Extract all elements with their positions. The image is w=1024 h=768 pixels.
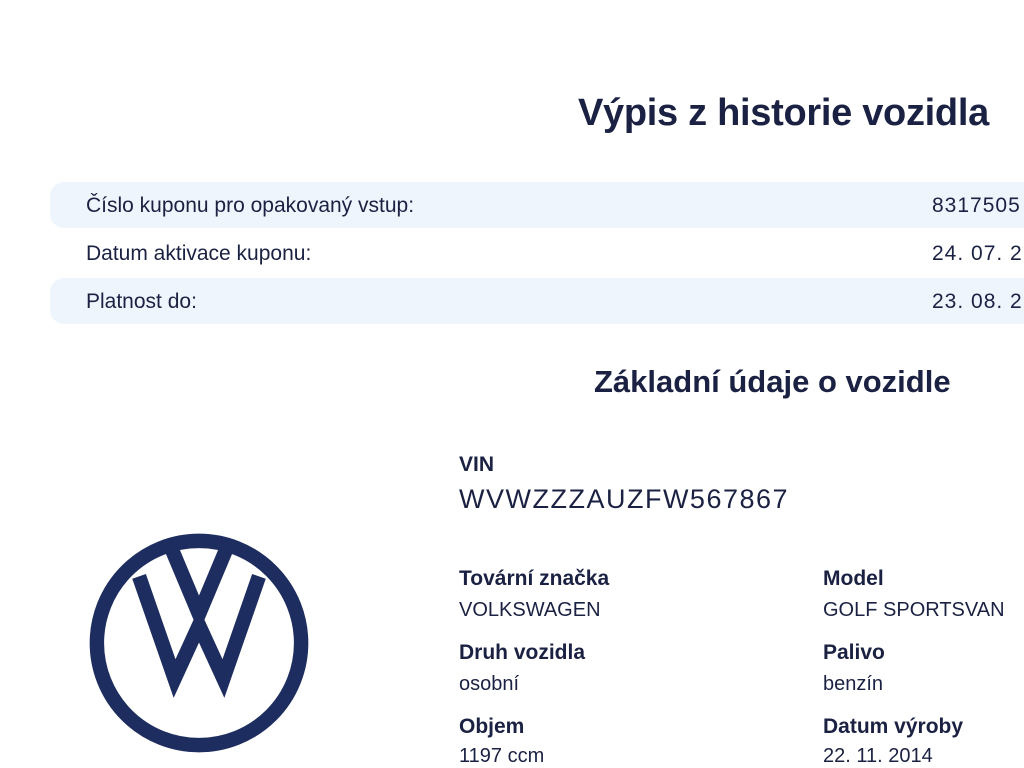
make-label: Tovární značka: [459, 567, 610, 590]
fuel-value: benzín: [823, 673, 884, 695]
fuel-label: Palivo: [823, 641, 885, 664]
valid-until-label: Platnost do:: [86, 290, 197, 313]
page-title: Výpis z historie vozidla: [578, 92, 989, 134]
coupon-code-value: 8317505: [932, 194, 1021, 217]
production-date-label: Datum výroby: [823, 715, 964, 738]
model-label: Model: [823, 567, 884, 590]
activation-date-label: Datum aktivace kuponu:: [86, 242, 312, 265]
coupon-code-label: Číslo kuponu pro opakovaný vstup:: [86, 194, 415, 217]
volkswagen-logo-icon: [89, 533, 309, 753]
vehicle-history-page: Výpis z historie vozidla Číslo kuponu pr…: [0, 0, 1024, 768]
model-value: GOLF SPORTSVAN: [823, 599, 1005, 621]
coupon-row-activation-date: Datum aktivace kuponu: 24. 07. 2: [50, 230, 1024, 276]
make-value: VOLKSWAGEN: [459, 599, 601, 621]
activation-date-value: 24. 07. 2: [932, 242, 1023, 265]
engine-volume-value: 1197 ccm: [459, 745, 545, 767]
engine-volume-label: Objem: [459, 715, 525, 738]
coupon-info-table: Číslo kuponu pro opakovaný vstup: 831750…: [50, 182, 1024, 326]
production-date-value: 22. 11. 2014: [823, 745, 933, 767]
vehicle-type-label: Druh vozidla: [459, 641, 586, 664]
valid-until-value: 23. 08. 2: [932, 290, 1023, 313]
vin-value: WVWZZZAUZFW567867: [459, 484, 790, 514]
vin-label: VIN: [459, 453, 495, 476]
coupon-row-code: Číslo kuponu pro opakovaný vstup: 831750…: [50, 182, 1024, 228]
coupon-row-valid-until: Platnost do: 23. 08. 2: [50, 278, 1024, 324]
basic-info-title: Základní údaje o vozidle: [594, 364, 951, 399]
vehicle-type-value: osobní: [459, 673, 520, 695]
